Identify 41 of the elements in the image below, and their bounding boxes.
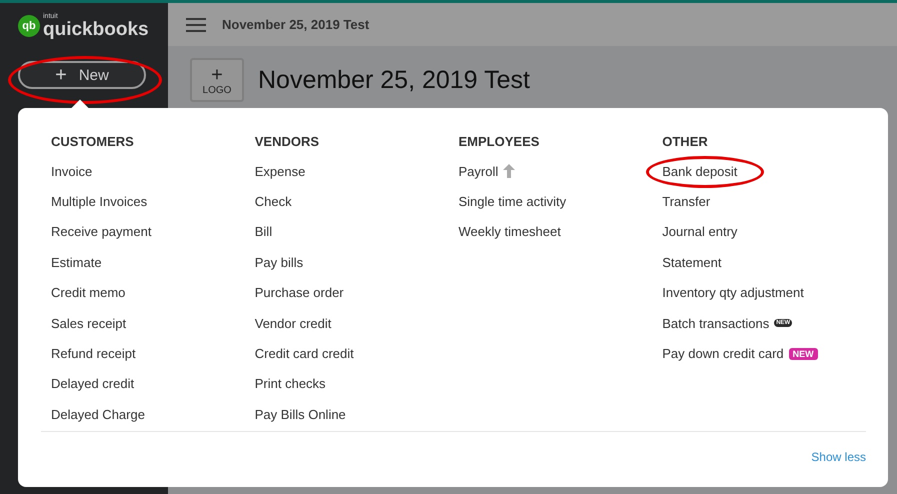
menu-item[interactable]: Credit card credit [254, 346, 354, 362]
new-button[interactable]: + New [18, 61, 146, 89]
menu-item[interactable]: Sales receipt [51, 316, 126, 331]
column-heading: OTHER [662, 134, 709, 150]
column-heading: EMPLOYEES [458, 134, 540, 150]
menu-item[interactable]: Invoice [51, 164, 92, 179]
menu-icon[interactable] [186, 18, 206, 32]
menu-item[interactable]: Expense [254, 164, 306, 179]
logo-upload-button[interactable]: + LOGO [190, 58, 244, 102]
menu-item[interactable]: Statement [662, 254, 722, 270]
menu-item[interactable]: Credit memo [51, 285, 126, 300]
menu-item[interactable]: Bill [254, 224, 272, 240]
menu-item[interactable]: Purchase order [254, 285, 344, 300]
column-heading: CUSTOMERS [51, 134, 135, 150]
menu-item[interactable]: Receive payment [51, 224, 152, 240]
menu-item[interactable]: Bank deposit [662, 164, 738, 179]
menu-item[interactable]: Inventory qty adjustment [662, 285, 804, 300]
brand-name: quickbooks [43, 20, 149, 39]
column-heading: VENDORS [254, 134, 320, 150]
menu-item[interactable]: Pay bills [254, 254, 304, 270]
menu-item[interactable]: Delayed Charge [51, 406, 145, 422]
menu-item[interactable]: Estimate [51, 254, 102, 270]
menu-item[interactable]: Pay Bills Online [254, 406, 346, 422]
menu-item[interactable]: Print checks [254, 376, 326, 392]
quickbooks-logo-icon: qb [18, 15, 40, 37]
menu-item[interactable]: Vendor credit [254, 316, 332, 331]
menu-item[interactable]: Refund receipt [51, 346, 136, 362]
menu-item[interactable]: Weekly timesheet [458, 224, 561, 240]
company-title: November 25, 2019 Test [258, 66, 530, 94]
show-less-link[interactable]: Show less [811, 450, 866, 464]
menu-item[interactable]: Multiple Invoices [51, 194, 148, 210]
new-badge: NEW [788, 348, 818, 360]
menu-item[interactable]: Delayed credit [51, 376, 134, 392]
menu-item[interactable]: Transfer [662, 194, 710, 210]
menu-item[interactable]: Payroll [458, 164, 498, 179]
menu-item[interactable]: Check [254, 194, 292, 210]
menu-item[interactable]: Batch transactions [662, 316, 770, 331]
menu-item[interactable]: Journal entry [662, 224, 738, 240]
company-name: November 25, 2019 Test [222, 17, 370, 32]
menu-item[interactable]: Pay down credit card [662, 346, 784, 362]
menu-item[interactable]: Single time activity [458, 194, 566, 210]
